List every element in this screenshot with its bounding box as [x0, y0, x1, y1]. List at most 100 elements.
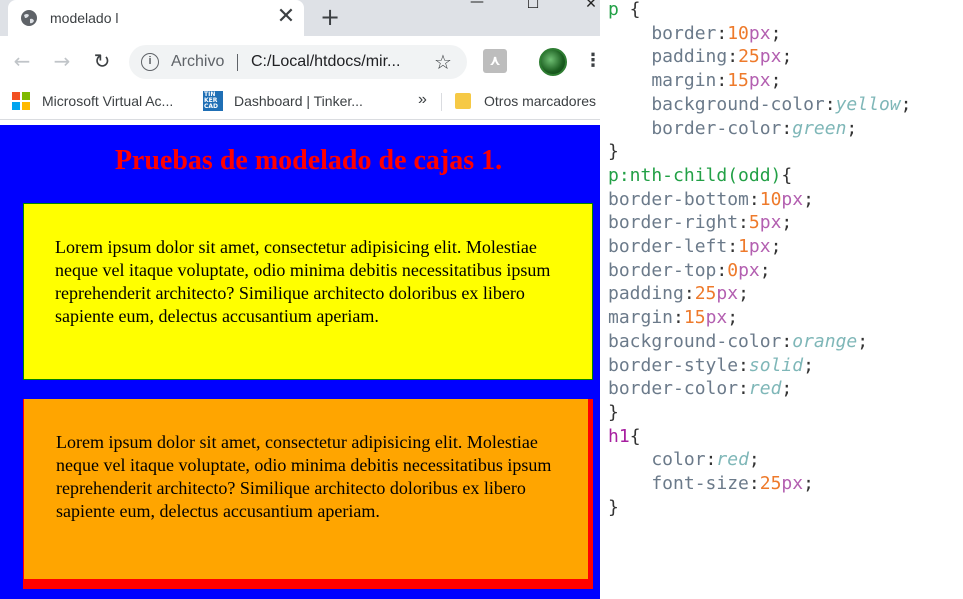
code-token: 5 — [748, 212, 760, 234]
code-token: ; — [846, 117, 858, 139]
code-line: } — [608, 496, 619, 520]
code-token: border-color — [608, 117, 782, 139]
code-token: px — [759, 46, 782, 68]
code-token: : — [727, 46, 739, 68]
code-line: margin:15px; — [608, 69, 781, 93]
code-line: border-top:0px; — [608, 259, 771, 283]
code-token: px — [748, 236, 771, 257]
code-token: : — [781, 117, 793, 139]
code-token: ; — [770, 22, 782, 44]
code-token: border-left — [608, 236, 728, 257]
code-line: border-right:5px; — [608, 211, 792, 235]
code-token: px — [781, 473, 804, 494]
code-token: p:nth-child(odd) — [608, 164, 782, 186]
code-token: ; — [781, 212, 793, 234]
page-title: Pruebas de modelado de cajas 1. — [114, 145, 503, 176]
code-token: { — [629, 425, 641, 447]
code-token: red — [716, 449, 749, 471]
tab-title: modelado l — [50, 10, 119, 26]
reload-icon[interactable]: ↻ — [88, 48, 116, 76]
tab-strip: modelado l ✕ + — ☐ ✕ — [0, 0, 620, 36]
maximize-button[interactable]: ☐ — [518, 0, 548, 14]
bookmark-other-folder[interactable]: Otros marcadores — [484, 93, 596, 109]
code-line: } — [608, 401, 619, 425]
code-token: h1 — [608, 425, 630, 447]
new-tab-button[interactable]: + — [316, 4, 344, 32]
code-token: px — [748, 70, 771, 92]
more-bookmarks-button[interactable]: » — [418, 91, 427, 109]
code-line: border-color:green; — [608, 117, 857, 141]
code-token: : — [716, 70, 728, 92]
code-token: margin — [608, 307, 674, 329]
code-token: px — [716, 283, 739, 305]
code-token: px — [748, 22, 771, 44]
info-icon[interactable]: i — [141, 53, 159, 71]
code-token: px — [759, 212, 782, 234]
close-tab-icon[interactable]: ✕ — [274, 6, 298, 30]
tab-active[interactable]: modelado l ✕ — [8, 0, 304, 36]
back-arrow-icon[interactable]: ← — [8, 48, 36, 76]
paragraph-box-orange: Lorem ipsum dolor sit amet, consectetur … — [23, 399, 593, 589]
code-token: : — [683, 283, 695, 305]
avatar[interactable] — [539, 48, 567, 76]
minimize-button[interactable]: — — [462, 0, 492, 12]
code-token: : — [716, 259, 728, 281]
microsoft-logo-icon — [12, 92, 30, 110]
editor-margin — [600, 528, 963, 599]
code-token: red — [748, 378, 782, 400]
code-token: : — [738, 354, 749, 376]
code-token: 15 — [683, 307, 706, 329]
code-token: ; — [781, 46, 793, 68]
code-line: margin:15px; — [608, 306, 738, 330]
url-separator — [237, 54, 238, 71]
url-text[interactable]: C:/Local/htdocs/mir... — [251, 53, 400, 71]
code-token: : — [824, 93, 836, 115]
code-token: border-color — [608, 378, 739, 400]
bookmark-microsoft-virtual-academy[interactable]: Microsoft Virtual Ac... — [42, 93, 173, 109]
code-token: 10 — [727, 22, 749, 44]
code-token: border — [608, 22, 717, 44]
code-token: ; — [857, 330, 869, 352]
code-token: ; — [748, 449, 760, 471]
code-token: ; — [759, 259, 771, 281]
url-scheme-label: Archivo — [171, 53, 225, 70]
code-token: : — [727, 236, 739, 257]
code-line: } — [608, 140, 619, 164]
code-token: background-color — [608, 330, 782, 352]
code-token: px — [781, 188, 804, 210]
bookmark-tinkercad-dashboard[interactable]: Dashboard | Tinker... — [234, 93, 363, 109]
code-token: padding — [608, 283, 684, 305]
code-token: 25 — [694, 283, 717, 305]
code-token: { — [618, 0, 641, 20]
kebab-menu-icon[interactable]: ⋮ — [584, 48, 602, 76]
code-token: : — [705, 449, 717, 471]
code-line: p:nth-child(odd){ — [608, 164, 792, 188]
code-token: px — [705, 307, 728, 329]
code-token: ; — [727, 307, 739, 329]
address-bar[interactable]: i Archivo C:/Local/htdocs/mir... ☆ — [129, 45, 467, 79]
code-line: border-left:1px; — [608, 235, 781, 259]
code-token: border-right — [608, 212, 739, 234]
code-line: h1{ — [608, 425, 641, 449]
code-token: font-size — [608, 473, 749, 494]
code-token: color — [608, 449, 706, 471]
code-line: background-color:orange; — [608, 330, 868, 354]
browser-toolbar: ← → ↻ i Archivo C:/Local/htdocs/mir... ☆… — [0, 36, 620, 86]
code-token: green — [792, 117, 847, 139]
code-token: orange — [792, 330, 858, 352]
code-line: padding:25px; — [608, 282, 749, 306]
acrobat-icon[interactable]: ⋏ — [483, 49, 507, 73]
code-token: border-style — [608, 354, 739, 376]
code-token: : — [673, 307, 684, 329]
code-line: border-color:red; — [608, 377, 792, 401]
forward-arrow-icon[interactable]: → — [48, 48, 76, 76]
css-code-editor[interactable]: p { border:10px; padding:25px; margin:15… — [600, 0, 963, 528]
code-token: : — [716, 22, 728, 44]
code-line: p { — [608, 0, 641, 22]
code-token: : — [781, 330, 793, 352]
code-token: 0 — [727, 259, 739, 281]
code-token: 10 — [759, 188, 782, 210]
code-token: padding — [608, 46, 728, 68]
star-icon[interactable]: ☆ — [434, 50, 452, 74]
code-token: 15 — [727, 70, 749, 92]
